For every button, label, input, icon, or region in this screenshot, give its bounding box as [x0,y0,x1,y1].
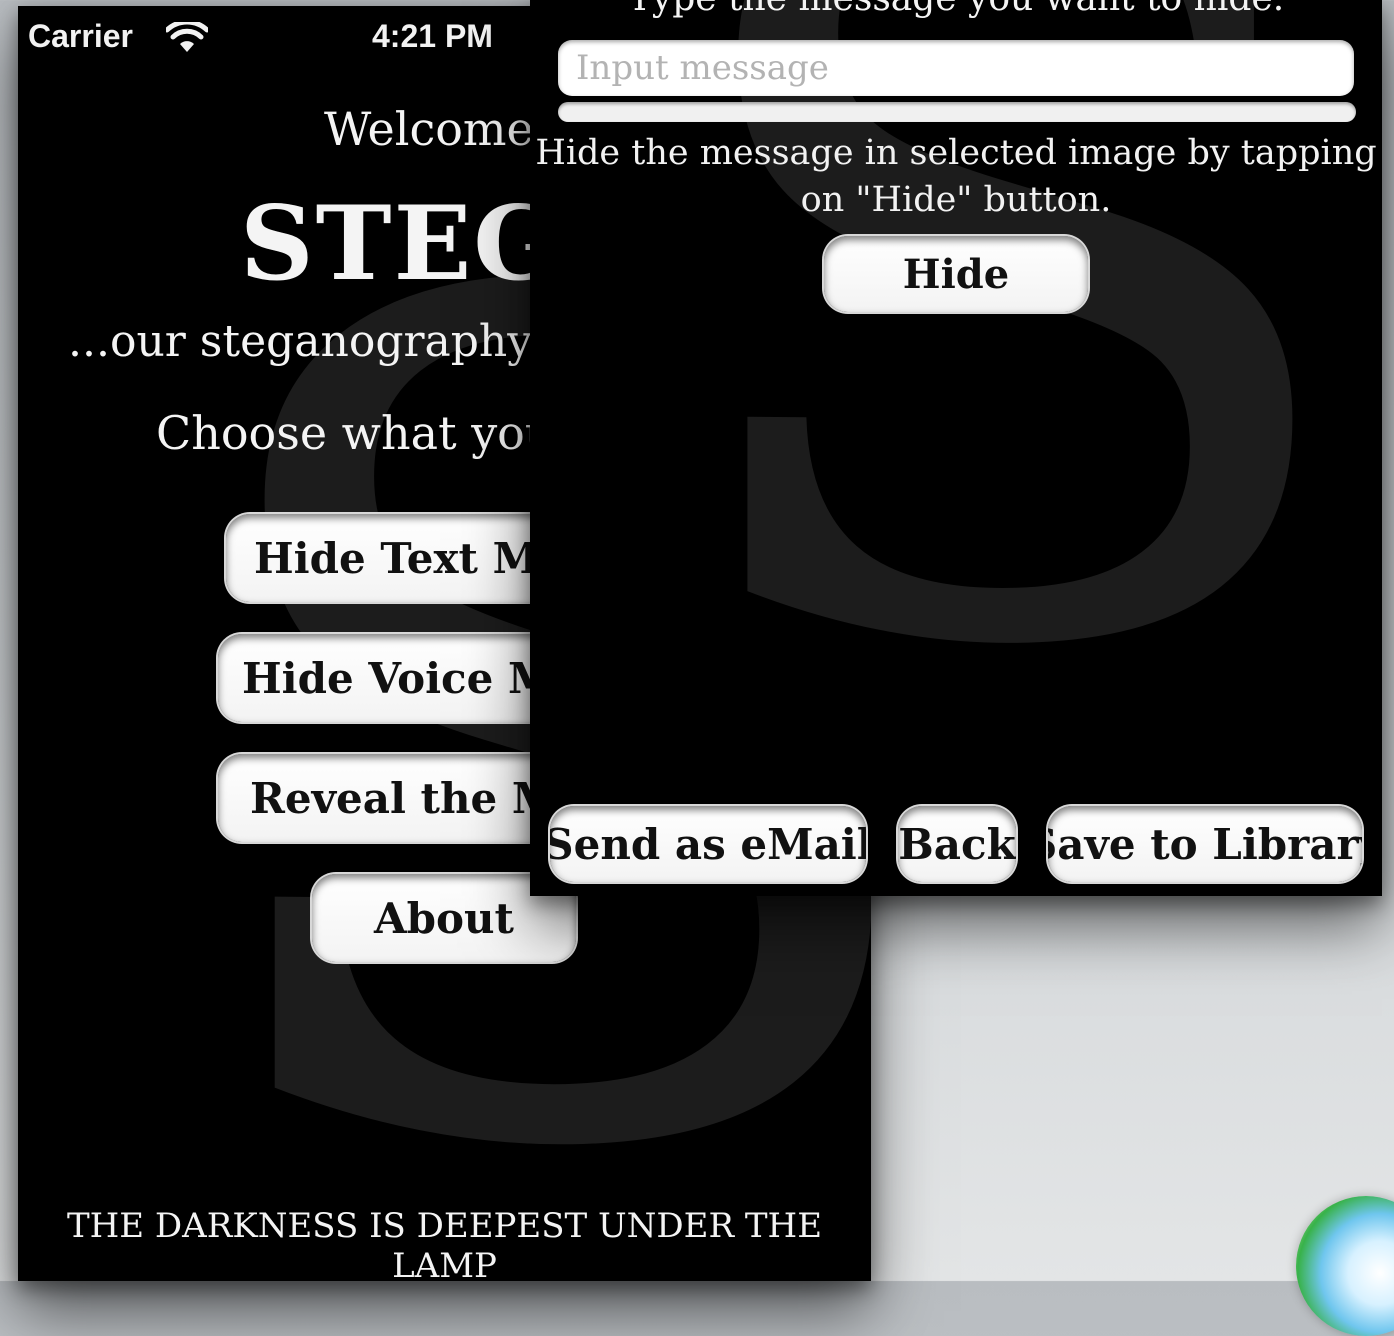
about-label: About [374,893,514,943]
type-message-instruction: Type the message you want to hide. [530,0,1382,19]
motto-text: THE DARKNESS IS DEEPEST UNDER THE LAMP [66,1206,823,1281]
progress-bar [558,102,1356,122]
hide-label: Hide [902,250,1010,298]
decorative-orb-icon [1296,1196,1394,1336]
message-input[interactable] [558,40,1354,96]
send-as-email-label: Send as eMail [550,819,866,869]
hide-button[interactable]: Hide [824,236,1088,312]
back-button[interactable]: Back [898,806,1016,882]
hide-message-screen: S Type the message you want to hide. Hid… [530,0,1382,896]
wifi-icon [164,19,210,54]
carrier-label: Carrier [28,18,133,54]
clock: 4:21 PM [372,18,493,54]
save-to-library-button[interactable]: Save to Library [1048,806,1362,882]
back-label: Back [898,819,1016,869]
save-to-library-label: Save to Library [1048,819,1362,869]
send-as-email-button[interactable]: Send as eMail [550,806,866,882]
hide-instruction: Hide the message in selected image by ta… [535,133,1377,220]
